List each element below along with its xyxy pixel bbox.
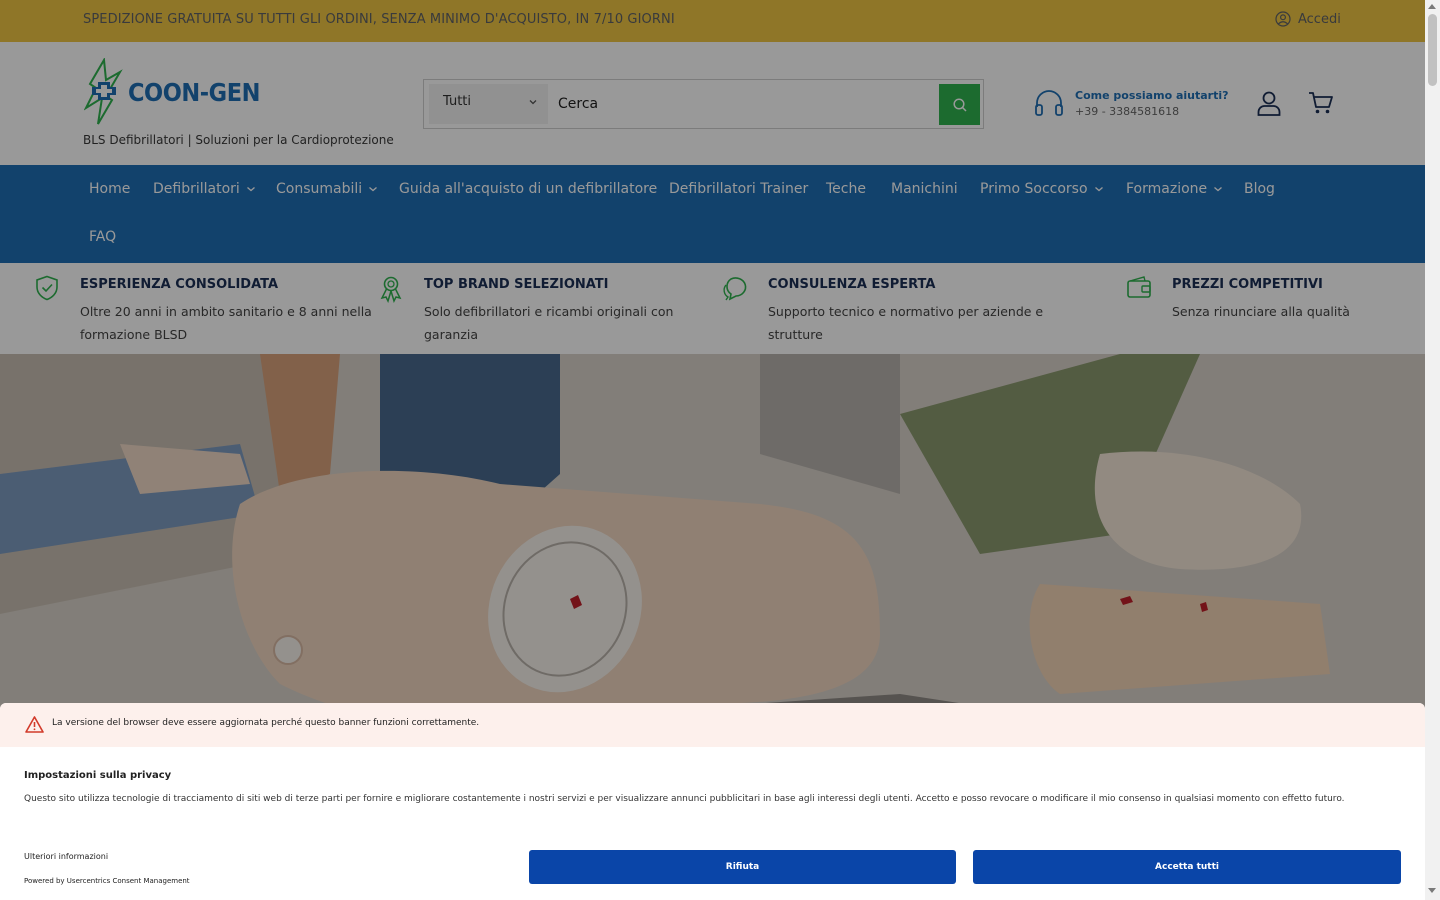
browser-warning: La versione del browser deve essere aggi… <box>0 703 1425 747</box>
powered-by-text: Powered by Usercentrics Consent Manageme… <box>24 877 190 885</box>
scrollbar[interactable] <box>1425 0 1440 900</box>
scroll-up-arrow[interactable] <box>1428 4 1436 9</box>
scroll-thumb[interactable] <box>1428 14 1437 86</box>
consent-description: Questo sito utilizza tecnologie di tracc… <box>24 794 1345 804</box>
consent-title: Impostazioni sulla privacy <box>24 770 172 781</box>
deny-button[interactable]: Rifiuta <box>529 850 956 884</box>
scroll-down-arrow[interactable] <box>1428 888 1436 893</box>
warning-icon <box>25 716 44 733</box>
accept-all-button[interactable]: Accetta tutti <box>973 850 1401 884</box>
browser-warning-text: La versione del browser deve essere aggi… <box>52 718 480 728</box>
cookie-consent-banner: La versione del browser deve essere aggi… <box>0 703 1425 900</box>
more-info-link[interactable]: Ulteriori informazioni <box>24 852 108 861</box>
